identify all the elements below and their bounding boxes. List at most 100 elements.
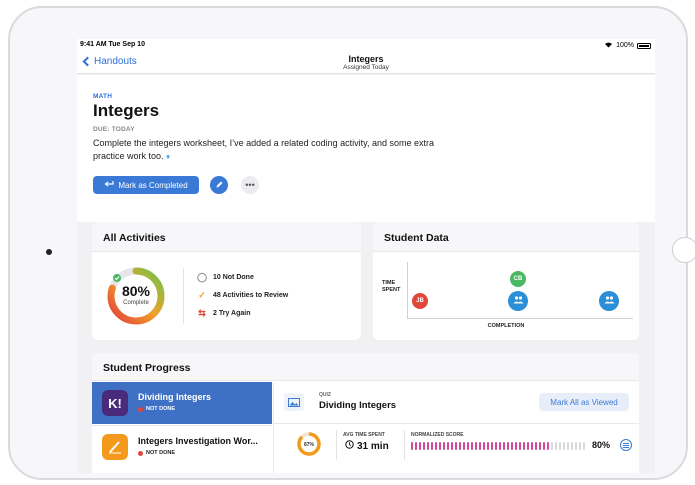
score-segment: [423, 442, 425, 450]
score-segment: [567, 442, 569, 450]
score-segment: [443, 442, 445, 450]
stat-label: 10 Not Done: [213, 274, 254, 281]
normalized-score-label: NORMALIZED SCORE: [411, 432, 464, 438]
normalized-score-value: 80%: [592, 440, 611, 450]
score-segment: [575, 442, 577, 450]
group-icon: [513, 296, 524, 306]
nav-bar: Handouts Integers Assigned Today: [77, 52, 655, 74]
nav-title: Integers: [348, 54, 384, 64]
retry-icon: ⇆: [198, 308, 206, 318]
pages-app-icon: [102, 434, 128, 460]
score-ring: 87%: [296, 431, 322, 457]
divider: [336, 430, 337, 460]
score-segment: [499, 442, 501, 450]
score-segment: [579, 442, 581, 450]
avg-time-label: AVG TIME SPENT: [343, 432, 385, 438]
activity-row-dividing-integers[interactable]: K! Dividing Integers NOT DONE: [92, 382, 272, 424]
status-bar: 9:41 AM Tue Sep 10 100%: [77, 39, 655, 52]
due-label: DUE: TODAY: [93, 126, 135, 133]
score-segment: [535, 442, 537, 450]
activity-title: Dividing Integers: [138, 392, 212, 402]
student-group-point[interactable]: [508, 291, 528, 311]
description-text: Complete the integers worksheet, I’ve ad…: [93, 138, 435, 161]
all-activities-card: All Activities 80% Complete ◯ 10 Not Don…: [92, 222, 361, 340]
student-data-card: Student Data TIME SPENT JB CB COMPLETION: [373, 222, 639, 340]
more-button[interactable]: •••: [241, 176, 259, 194]
score-segment: [487, 442, 489, 450]
normalized-score-bar: [411, 442, 585, 450]
divider: [404, 430, 405, 460]
activity-row-integers-investigation[interactable]: Integers Investigation Wor... NOT DONE: [92, 425, 272, 473]
student-progress-heading: Student Progress: [92, 353, 639, 381]
checkmark-icon: ✓: [198, 290, 206, 300]
score-segment: [483, 442, 485, 450]
score-segment: [523, 442, 525, 450]
activity-detail-title: Dividing Integers: [319, 400, 397, 411]
x-axis-label: COMPLETION: [487, 323, 525, 329]
status-right: 100%: [604, 41, 651, 50]
stat-not-done[interactable]: ◯ 10 Not Done: [197, 272, 254, 283]
not-done-icon: ◯: [197, 272, 208, 282]
svg-text:87%: 87%: [304, 442, 315, 448]
home-button[interactable]: [672, 237, 695, 263]
score-segment: [495, 442, 497, 450]
student-point-cb[interactable]: CB: [510, 271, 526, 287]
score-segment: [563, 442, 565, 450]
score-segment: [411, 442, 413, 450]
student-group-point[interactable]: [599, 291, 619, 311]
scatter-plot: JB CB: [407, 262, 633, 319]
all-activities-heading: All Activities: [92, 222, 361, 252]
score-segment: [511, 442, 513, 450]
score-segment: [527, 442, 529, 450]
score-segment: [531, 442, 533, 450]
student-data-heading: Student Data: [373, 222, 639, 252]
score-segment: [471, 442, 473, 450]
group-icon: [604, 296, 615, 306]
score-segment: [467, 442, 469, 450]
score-segment: [515, 442, 517, 450]
score-segment: [559, 442, 561, 450]
avg-time-value: 31 min: [345, 440, 389, 452]
gem-icon: ♦: [166, 152, 171, 161]
mark-all-viewed-button[interactable]: Mark All as Viewed: [539, 393, 629, 411]
stat-try-again[interactable]: ⇆ 2 Try Again: [197, 308, 250, 319]
point-label: JB: [416, 298, 424, 304]
assignment-header: MATH Integers DUE: TODAY Complete the in…: [77, 75, 655, 222]
stat-to-review[interactable]: ✓ 48 Activities to Review: [197, 290, 288, 301]
score-segment: [503, 442, 505, 450]
activity-status: NOT DONE: [138, 450, 175, 456]
completion-label: Complete: [123, 300, 149, 306]
score-segment: [455, 442, 457, 450]
score-segment: [571, 442, 573, 450]
assignment-description: Complete the integers worksheet, I’ve ad…: [93, 137, 453, 163]
edit-button[interactable]: [210, 176, 228, 194]
status-dot-icon: [138, 450, 143, 456]
image-icon: [284, 393, 304, 411]
score-segment: [547, 442, 549, 450]
student-progress-card: Student Progress K! Dividing Integers NO…: [92, 353, 639, 473]
score-segment: [427, 442, 429, 450]
score-segment: [555, 442, 557, 450]
mark-completed-label: Mark as Completed: [118, 180, 188, 190]
activity-type-label: QUIZ: [319, 392, 331, 398]
y-label-line1: TIME: [382, 280, 396, 286]
score-segment: [539, 442, 541, 450]
score-segment: [463, 442, 465, 450]
score-segment: [479, 442, 481, 450]
divider: [183, 268, 184, 324]
score-segment: [439, 442, 441, 450]
ellipsis-icon: •••: [245, 180, 255, 190]
activity-status: NOT DONE: [138, 406, 175, 412]
completion-ring: 80% Complete: [105, 265, 167, 327]
filter-icon[interactable]: [620, 439, 632, 451]
mark-completed-button[interactable]: Mark as Completed: [93, 176, 199, 194]
point-label: CB: [513, 276, 523, 282]
student-point-jb[interactable]: JB: [412, 293, 428, 309]
ipad-frame: 9:41 AM Tue Sep 10 100% Handouts Integer…: [8, 6, 695, 480]
score-segment: [459, 442, 461, 450]
score-segment: [415, 442, 417, 450]
pencil-icon: [215, 176, 224, 194]
activity-detail-header: QUIZ Dividing Integers Mark All as Viewe…: [274, 382, 639, 424]
nav-subtitle: Assigned Today: [343, 64, 389, 71]
screen: 9:41 AM Tue Sep 10 100% Handouts Integer…: [77, 39, 655, 473]
